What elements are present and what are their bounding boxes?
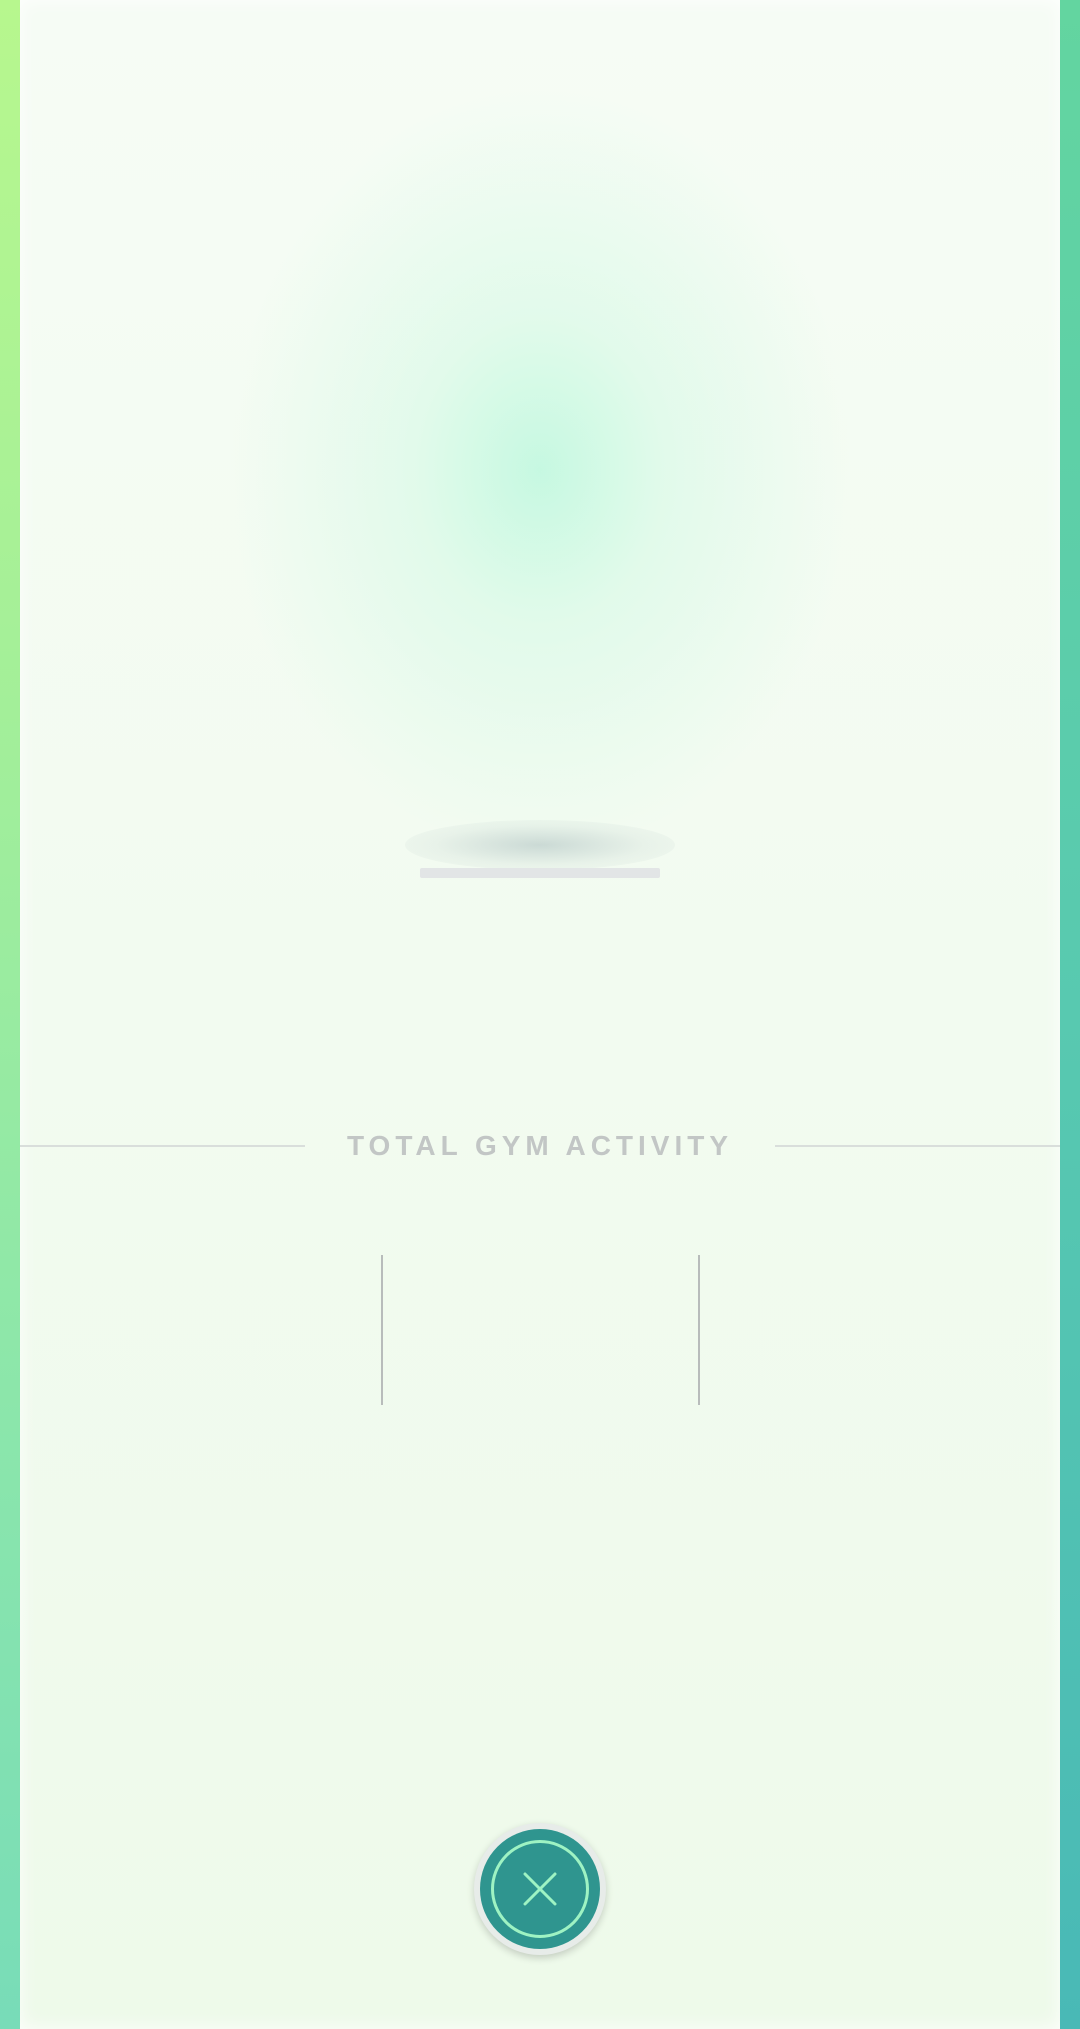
pokemon-placeholder-shadow (405, 820, 675, 870)
stat-separator (698, 1255, 700, 1405)
section-divider-right (775, 1145, 1060, 1147)
stat-separator (381, 1255, 383, 1405)
total-gym-activity-title: TOTAL GYM ACTIVITY (346, 1130, 734, 1161)
close-button[interactable] (474, 1823, 606, 1955)
section-divider-left (20, 1145, 305, 1147)
motivation-progress-bar (420, 868, 660, 878)
close-button-core (480, 1829, 600, 1949)
gym-panel (20, 0, 1060, 2029)
close-button-ring (491, 1840, 589, 1938)
close-icon (523, 1872, 557, 1906)
